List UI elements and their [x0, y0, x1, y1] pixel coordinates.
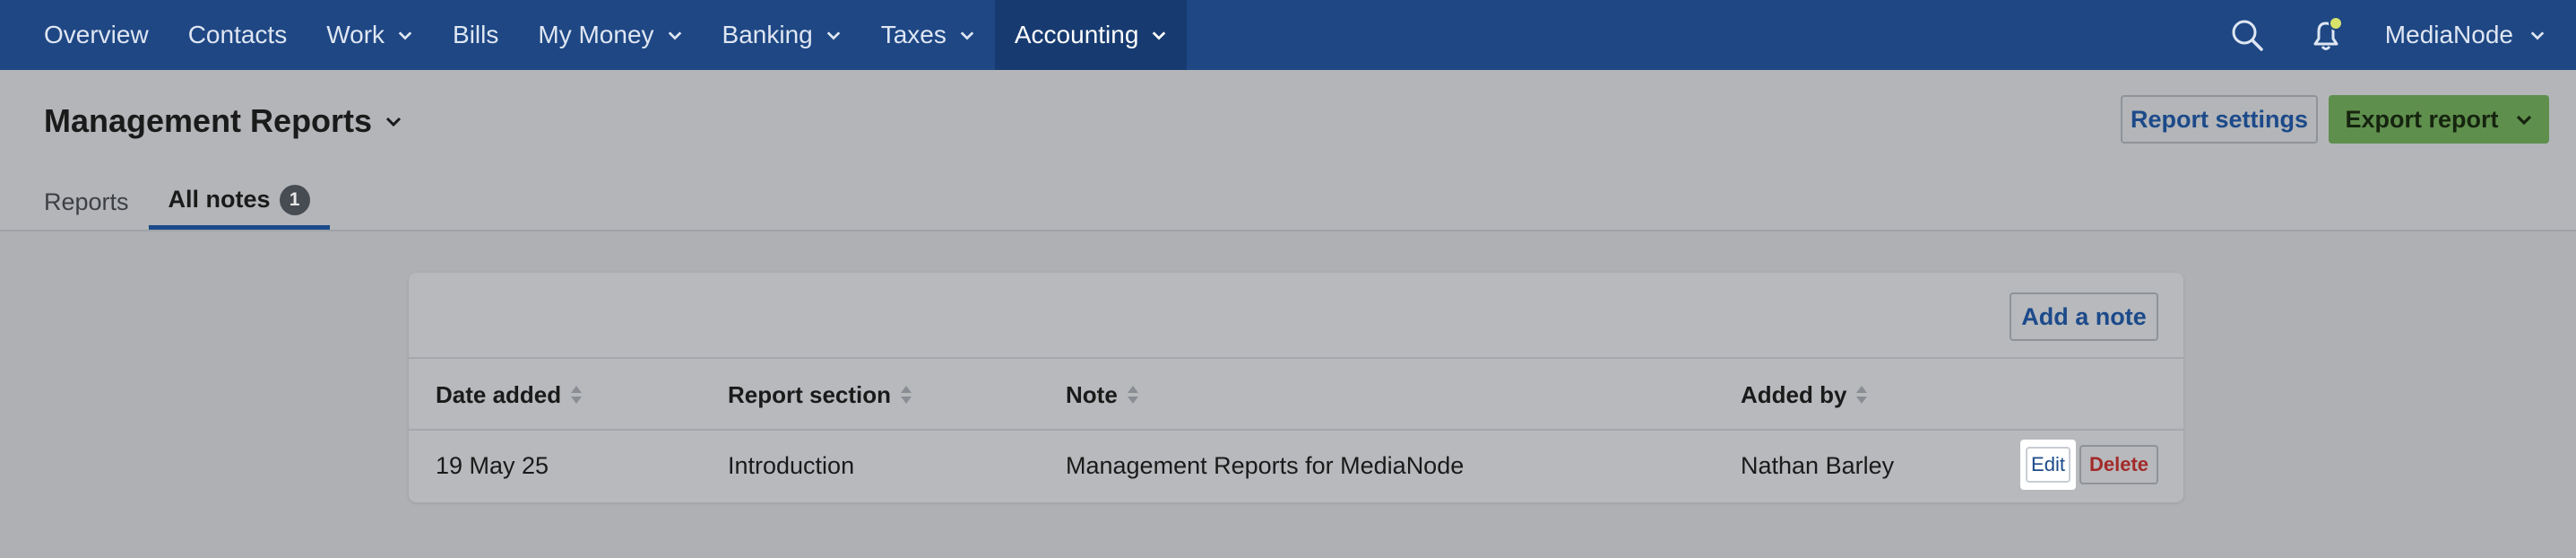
- page-header: Management Reports Report settings Expor…: [0, 70, 2576, 231]
- column-note[interactable]: Note: [1066, 359, 1139, 431]
- nav-item-contacts[interactable]: Contacts: [169, 0, 307, 70]
- report-settings-button[interactable]: Report settings: [2121, 95, 2318, 144]
- cell-note: Management Reports for MediaNode: [1066, 451, 1465, 479]
- sort-icon: [1127, 386, 1138, 404]
- nav-item-accounting[interactable]: Accounting: [994, 0, 1188, 70]
- chevron-down-icon: [2516, 115, 2531, 126]
- edit-note-button[interactable]: Edit: [2020, 440, 2076, 490]
- cell-added-by: Nathan Barley: [1741, 451, 1895, 479]
- add-note-button[interactable]: Add a note: [2010, 292, 2158, 341]
- column-report-section[interactable]: Report section: [728, 359, 912, 431]
- chevron-down-icon: [668, 31, 681, 40]
- chevron-down-icon: [826, 31, 840, 40]
- chevron-down-icon: [1153, 31, 1166, 40]
- nav-item-overview[interactable]: Overview: [44, 0, 169, 70]
- sort-icon: [1856, 386, 1868, 404]
- export-report-button[interactable]: Export report: [2329, 95, 2549, 144]
- column-date-added[interactable]: Date added: [436, 359, 583, 431]
- nav-item-work[interactable]: Work: [307, 0, 433, 70]
- sort-icon: [571, 386, 583, 404]
- nav-item-bills[interactable]: Bills: [433, 0, 518, 70]
- chevron-down-icon: [960, 31, 974, 40]
- table-row: 19 May 25 Introduction Management Report…: [409, 431, 2183, 501]
- notes-count-badge: 1: [279, 184, 310, 215]
- nav-item-my-money[interactable]: My Money: [518, 0, 702, 70]
- page-title[interactable]: Management Reports: [44, 102, 402, 140]
- cell-date: 19 May 25: [436, 451, 549, 479]
- column-added-by[interactable]: Added by: [1741, 359, 1868, 431]
- delete-note-button[interactable]: Delete: [2079, 445, 2158, 484]
- tab-all-notes[interactable]: All notes 1: [148, 170, 330, 230]
- chevron-down-icon: [2530, 31, 2545, 40]
- chevron-down-icon: [386, 117, 402, 127]
- cell-section: Introduction: [728, 451, 855, 479]
- tab-reports[interactable]: Reports: [44, 170, 129, 230]
- card-toolbar: Add a note: [409, 273, 2183, 359]
- org-switcher[interactable]: MediaNode: [2385, 21, 2546, 49]
- search-icon[interactable]: [2227, 15, 2267, 55]
- nav-menu: Overview Contacts Work Bills My Money Ba…: [0, 0, 1188, 70]
- chevron-down-icon: [398, 31, 412, 40]
- tabs: Reports All notes 1: [44, 170, 369, 231]
- sort-icon: [901, 386, 912, 404]
- nav-right: MediaNode: [2227, 0, 2576, 70]
- nav-item-banking[interactable]: Banking: [703, 0, 861, 70]
- notes-card: Add a note Date added Report section Not…: [409, 273, 2183, 502]
- nav-item-taxes[interactable]: Taxes: [861, 0, 995, 70]
- bell-icon[interactable]: [2306, 15, 2346, 55]
- table-header: Date added Report section Note Added by: [409, 359, 2183, 431]
- top-nav: Overview Contacts Work Bills My Money Ba…: [0, 0, 2576, 70]
